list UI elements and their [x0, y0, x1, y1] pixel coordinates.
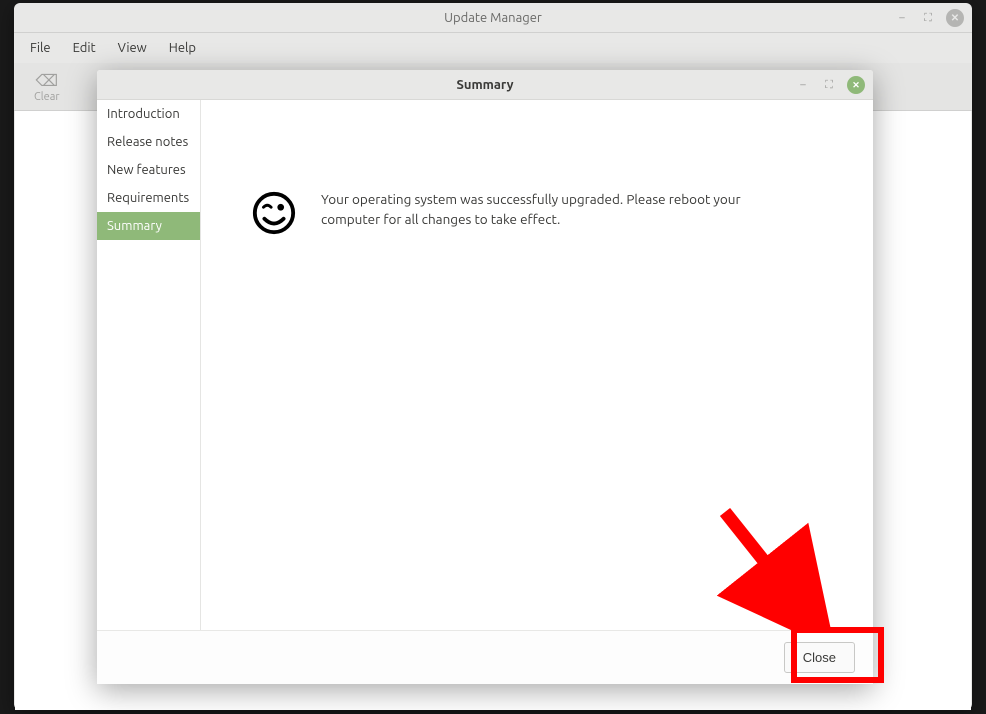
dialog-titlebar-controls: – ⛶: [795, 76, 865, 94]
clear-button[interactable]: ⌫ Clear: [26, 71, 68, 103]
dialog-footer: Close: [97, 630, 873, 684]
sidebar-item-introduction[interactable]: Introduction: [97, 100, 200, 128]
menu-edit[interactable]: Edit: [63, 37, 106, 59]
sidebar-item-release-notes[interactable]: Release notes: [97, 128, 200, 156]
main-window-title: Update Manager: [444, 11, 542, 25]
maximize-icon[interactable]: ⛶: [821, 77, 837, 93]
menu-file[interactable]: File: [20, 37, 61, 59]
minimize-icon[interactable]: –: [795, 77, 811, 93]
minimize-icon[interactable]: –: [894, 10, 910, 26]
main-titlebar-controls: – ⛶: [894, 9, 964, 27]
close-icon[interactable]: [946, 9, 964, 27]
maximize-icon[interactable]: ⛶: [920, 10, 936, 26]
menu-view[interactable]: View: [108, 37, 157, 59]
dialog-title: Summary: [456, 78, 513, 92]
sidebar: Introduction Release notes New features …: [97, 100, 201, 630]
wink-face-icon: [251, 190, 297, 240]
sidebar-item-requirements[interactable]: Requirements: [97, 184, 200, 212]
dialog-titlebar: Summary – ⛶: [97, 70, 873, 100]
summary-dialog: Summary – ⛶ Introduction Release notes N…: [97, 70, 873, 684]
clear-label: Clear: [34, 91, 60, 103]
sidebar-item-summary[interactable]: Summary: [97, 212, 200, 240]
summary-message: Your operating system was successfully u…: [321, 190, 741, 229]
main-titlebar: Update Manager – ⛶: [14, 3, 972, 33]
clear-icon: ⌫: [35, 71, 58, 90]
close-button[interactable]: Close: [784, 642, 855, 673]
dialog-body: Introduction Release notes New features …: [97, 100, 873, 630]
close-icon[interactable]: [847, 76, 865, 94]
sidebar-item-new-features[interactable]: New features: [97, 156, 200, 184]
menu-help[interactable]: Help: [159, 37, 206, 59]
menubar: File Edit View Help: [14, 33, 972, 63]
content-pane: Your operating system was successfully u…: [201, 100, 873, 630]
